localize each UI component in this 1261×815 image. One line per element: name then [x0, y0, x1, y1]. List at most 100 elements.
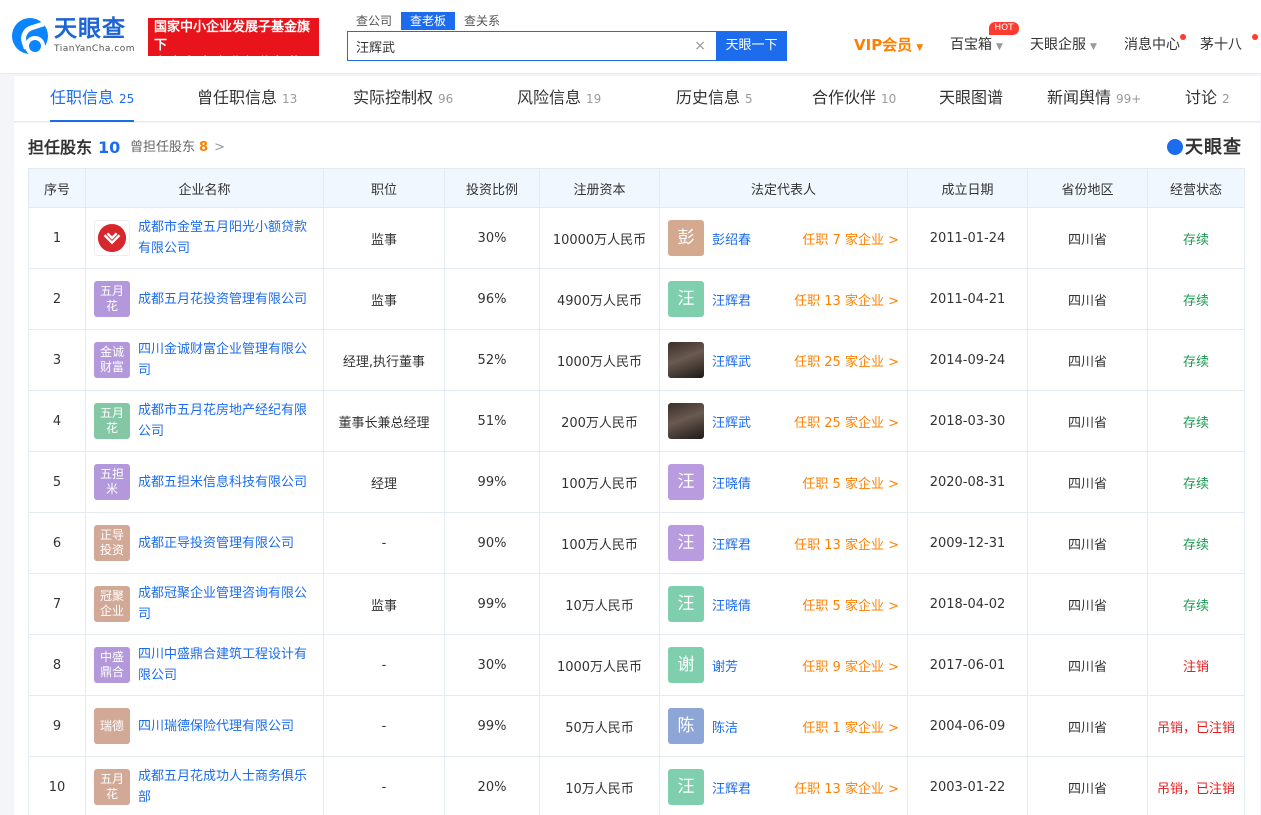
company-link[interactable]: 成都五担米信息科技有限公司 [138, 472, 307, 493]
search-input[interactable] [356, 32, 686, 60]
legal-rep-link[interactable]: 汪辉君 [712, 290, 772, 309]
chevron-right-icon: > [888, 659, 899, 675]
rep-companies-link[interactable]: 任职 5 家企业 > [802, 473, 899, 492]
avatar[interactable] [668, 403, 704, 439]
rep-companies-link[interactable]: 任职 5 家企业 > [802, 595, 899, 614]
region-cell: 四川省 [1027, 207, 1148, 269]
clear-icon[interactable]: × [694, 38, 706, 54]
nav-vip[interactable]: VIP会员 ▼ [854, 35, 923, 58]
past-shareholder-link[interactable]: 曾担任股东 8 > [130, 136, 225, 155]
status-badge: 存续 [1147, 573, 1245, 635]
region-cell: 四川省 [1027, 634, 1148, 696]
legal-rep-link[interactable]: 汪辉君 [712, 534, 772, 553]
company-logo[interactable]: 中盛鼎合 [94, 647, 130, 683]
legal-rep-link[interactable]: 汪晓倩 [712, 595, 772, 614]
company-logo[interactable]: 五月花 [94, 769, 130, 805]
company-link[interactable]: 成都市金堂五月阳光小额贷款有限公司 [138, 217, 315, 259]
search-tab-relation[interactable]: 查关系 [455, 12, 509, 30]
avatar[interactable]: 汪 [668, 525, 704, 561]
company-logo[interactable]: 五月花 [94, 403, 130, 439]
company-link[interactable]: 四川瑞德保险代理有限公司 [138, 716, 294, 737]
company-logo[interactable]: 正导投资 [94, 525, 130, 561]
company-wrap: 五担米 成都五担米信息科技有限公司 [94, 464, 315, 500]
user-label: 茅十八 [1200, 37, 1242, 53]
tab-partners[interactable]: 合作伙伴 10 [812, 76, 896, 122]
top-header: 天眼查 TianYanCha.com 国家中小企业发展子基金旗下 官方备案企业征… [0, 0, 1261, 74]
avatar[interactable]: 汪 [668, 464, 704, 500]
position-cell: 经理,执行董事 [323, 329, 445, 391]
avatar[interactable]: 汪 [668, 769, 704, 805]
company-logo[interactable]: 瑞德 [94, 708, 130, 744]
tab-count: 25 [119, 92, 135, 106]
company-wrap: 五月花 成都五月花成功人士商务俱乐部 [94, 766, 315, 808]
table-body: 1 成都市金堂五月阳光小额贷款有限公司 监事 30% 10000万人民币彭彭绍春 任职 7… [28, 207, 1245, 815]
col-header-capital: 注册资本 [539, 168, 660, 208]
profile-tabs: 任职信息 25 曾任职信息 13 实际控制权 96 风险信息 19 历史信息 5 合作伙伴… [14, 76, 1260, 122]
company-logo[interactable]: 五担米 [94, 464, 130, 500]
avatar[interactable]: 汪 [668, 586, 704, 622]
company-logo[interactable]: 冠聚企业 [94, 586, 130, 622]
table-row: 5 五担米 成都五担米信息科技有限公司 经理 99% 100万人民币汪汪晓倩 任职 5 家企… [28, 451, 1245, 513]
rep-companies-link[interactable]: 任职 1 家企业 > [802, 717, 899, 736]
nav-messages[interactable]: 消息中心 [1124, 35, 1180, 55]
nav-user[interactable]: 茅十八 [1200, 35, 1242, 55]
company-link[interactable]: 成都市五月花房地产经纪有限公司 [138, 400, 315, 442]
ratio-cell: 51% [444, 390, 540, 452]
legal-rep-link[interactable]: 彭绍春 [712, 229, 772, 248]
search-tab-company[interactable]: 查公司 [347, 12, 401, 30]
avatar[interactable] [668, 342, 704, 378]
status-badge: 存续 [1147, 512, 1245, 574]
legal-rep-link[interactable]: 汪晓倩 [712, 473, 772, 492]
company-link[interactable]: 成都五月花投资管理有限公司 [138, 289, 307, 310]
company-link[interactable]: 四川金诚财富企业管理有限公司 [138, 339, 315, 381]
rep-companies-link[interactable]: 任职 13 家企业 > [794, 534, 899, 553]
avatar[interactable]: 陈 [668, 708, 704, 744]
legal-rep-link[interactable]: 汪辉君 [712, 778, 772, 797]
company-link[interactable]: 成都五月花成功人士商务俱乐部 [138, 766, 315, 808]
legal-rep-link[interactable]: 谢芳 [712, 656, 772, 675]
avatar[interactable]: 彭 [668, 220, 704, 256]
tab-discussion[interactable]: 讨论 2 [1185, 76, 1230, 122]
tab-history[interactable]: 历史信息 5 [676, 76, 753, 122]
nav-treasure[interactable]: 百宝箱 ▼ [950, 35, 1003, 57]
legal-rep-link[interactable]: 汪辉武 [712, 351, 772, 370]
position-cell: 经理 [323, 451, 445, 513]
rep-companies-link[interactable]: 任职 7 家企业 > [802, 229, 899, 248]
company-link[interactable]: 成都正导投资管理有限公司 [138, 533, 294, 554]
chevron-right-icon: > [888, 537, 899, 553]
avatar[interactable]: 谢 [668, 647, 704, 683]
tab-past-positions[interactable]: 曾任职信息 13 [197, 76, 297, 122]
tab-current-positions[interactable]: 任职信息 25 [50, 76, 135, 122]
company-logo[interactable]: 五月花 [94, 281, 130, 317]
legal-rep-link[interactable]: 汪辉武 [712, 412, 772, 431]
date-cell: 2020-08-31 [907, 451, 1028, 513]
chevron-right-icon: > [214, 140, 225, 155]
rep-companies-link[interactable]: 任职 13 家企业 > [794, 778, 899, 797]
company-cell: 五月花 成都五月花投资管理有限公司 [85, 268, 324, 330]
legal-rep-link[interactable]: 陈洁 [712, 717, 772, 736]
tab-actual-control[interactable]: 实际控制权 96 [353, 76, 453, 122]
avatar[interactable]: 汪 [668, 281, 704, 317]
legal-rep-wrap: 谢谢芳 任职 9 家企业 > [668, 647, 899, 683]
position-cell: 董事长兼总经理 [323, 390, 445, 452]
tab-news[interactable]: 新闻舆情 99+ [1047, 76, 1141, 122]
chevron-right-icon: > [888, 476, 899, 492]
watermark-logo: 天眼查 [1167, 133, 1242, 159]
search-tab-boss[interactable]: 查老板 [401, 12, 456, 30]
rep-companies-link[interactable]: 任职 9 家企业 > [802, 656, 899, 675]
tab-count: 5 [745, 92, 753, 106]
rep-companies-link[interactable]: 任职 13 家企业 > [794, 290, 899, 309]
tab-graph[interactable]: 天眼图谱 [939, 76, 1003, 122]
company-link[interactable]: 成都冠聚企业管理咨询有限公司 [138, 583, 315, 625]
nav-enterprise[interactable]: 天眼企服 ▼ [1030, 35, 1097, 57]
tab-label: 新闻舆情 [1047, 88, 1112, 107]
company-logo[interactable]: 金诚财富 [94, 342, 130, 378]
site-logo[interactable]: 天眼查 TianYanCha.com [12, 16, 136, 58]
tab-risk-info[interactable]: 风险信息 19 [517, 76, 601, 122]
company-link[interactable]: 四川中盛鼎合建筑工程设计有限公司 [138, 644, 315, 686]
company-logo[interactable] [94, 220, 130, 256]
rep-companies-link[interactable]: 任职 25 家企业 > [794, 351, 899, 370]
rep-companies-link[interactable]: 任职 25 家企业 > [794, 412, 899, 431]
table-row: 9 瑞德 四川瑞德保险代理有限公司 -99% 50万人民币陈陈洁 任职 1 家企业 >20… [28, 695, 1245, 757]
search-button[interactable]: 天眼一下 [716, 31, 787, 61]
